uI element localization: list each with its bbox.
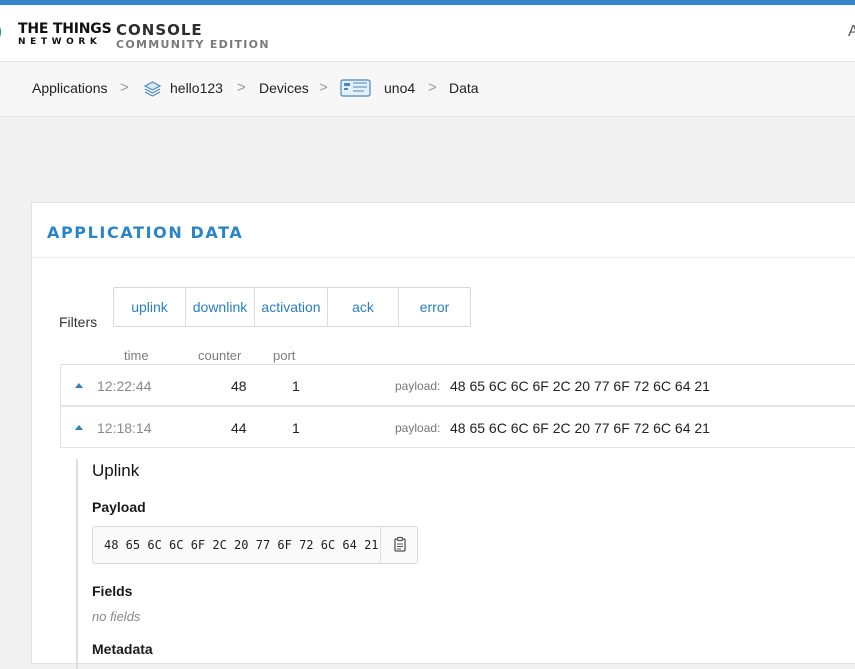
row-payload: 48 65 6C 6C 6F 2C 20 77 6F 72 6C 64 21 [450,378,710,394]
breadcrumb-separator: > [237,79,246,96]
clipboard-icon [394,536,406,552]
brand-name: THE THINGS [18,21,112,37]
header: THE THINGS NETWORK CONSOLE COMMUNITY EDI… [0,5,855,62]
panel-title: APPLICATION DATA [47,223,244,242]
filter-uplink-button[interactable]: uplink [114,288,186,326]
column-header-counter: counter [198,348,242,363]
filter-ack-button[interactable]: ack [328,288,399,326]
table-row[interactable]: 12:18:14 44 1 payload: 48 65 6C 6C 6F 2C… [60,406,855,448]
stack-icon [143,81,162,97]
header-menu-link[interactable]: A [848,23,855,41]
row-payload: 48 65 6C 6C 6F 2C 20 77 6F 72 6C 64 21 [450,420,710,436]
breadcrumb-separator: > [428,79,437,96]
uplink-title: Uplink [92,461,140,480]
breadcrumb-separator: > [120,79,129,96]
row-counter: 44 [231,420,247,436]
caret-up-icon[interactable] [75,425,83,430]
breadcrumb-separator: > [319,79,328,96]
breadcrumb-devices[interactable]: Devices [259,80,309,96]
caret-up-icon[interactable] [75,383,83,388]
breadcrumb-data: Data [449,80,479,96]
column-header-port: port [273,348,296,363]
console-edition: COMMUNITY EDITION [116,38,270,51]
filter-error-button[interactable]: error [399,288,470,326]
row-port: 1 [292,378,300,394]
breadcrumb-app-name[interactable]: hello123 [170,80,223,96]
payload-field: 48 65 6C 6C 6F 2C 20 77 6F 72 6C 64 21 [92,526,418,564]
filter-downlink-button[interactable]: downlink [186,288,255,326]
payload-value: 48 65 6C 6C 6F 2C 20 77 6F 72 6C 64 21 [104,538,379,552]
filters-label: Filters [59,314,98,330]
panel-header: APPLICATION DATA [32,203,855,258]
row-counter: 48 [231,378,247,394]
copy-payload-button[interactable] [380,527,419,563]
no-fields-text: no fields [92,609,141,624]
brand-name-sub: NETWORK [18,37,102,47]
console-title[interactable]: CONSOLE [116,21,203,39]
column-header-time: time [124,348,149,363]
metadata-section-label: Metadata [92,641,153,657]
uplink-detail: Uplink Payload 48 65 6C 6C 6F 2C 20 77 6… [76,459,855,669]
row-payload-label: payload: [395,421,441,435]
filter-toggle-group: uplink downlink activation ack error [113,287,471,327]
row-payload-label: payload: [395,379,441,393]
application-data-panel: APPLICATION DATA Filters uplink downlink… [31,202,855,669]
row-time: 12:18:14 [97,420,152,436]
row-time: 12:22:44 [97,378,152,394]
breadcrumb-device-name[interactable]: uno4 [384,80,415,96]
row-port: 1 [292,420,300,436]
ttn-logo-icon [0,27,2,37]
filter-activation-button[interactable]: activation [255,288,328,326]
breadcrumb-applications[interactable]: Applications [32,80,108,96]
fields-section-label: Fields [92,583,133,599]
breadcrumb: Applications > hello123 > Devices > uno4… [0,62,855,117]
device-board-icon [340,79,371,97]
payload-section-label: Payload [92,499,146,515]
table-row[interactable]: 12:22:44 48 1 payload: 48 65 6C 6C 6F 2C… [60,364,855,406]
